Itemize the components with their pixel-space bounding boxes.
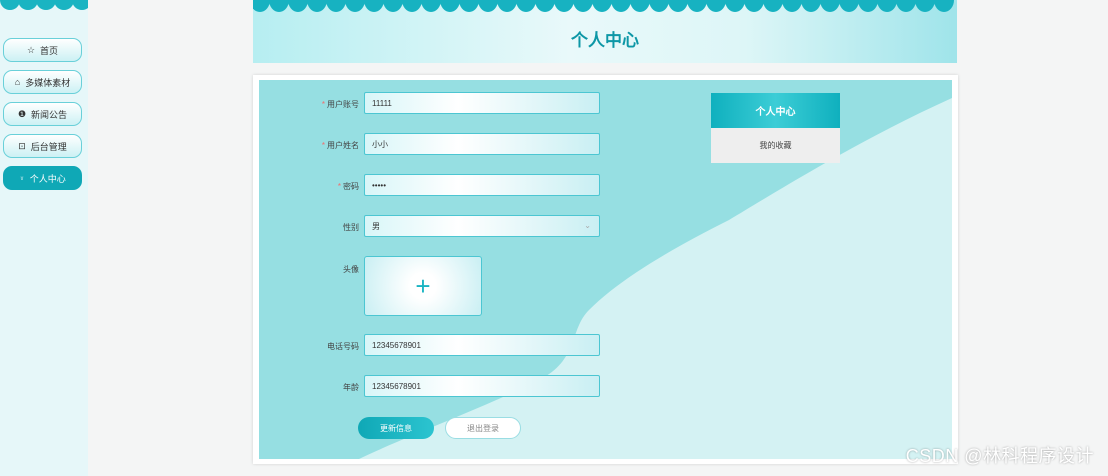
chevron-down-icon: ⌄: [584, 221, 591, 230]
info-icon: ❶: [17, 108, 27, 119]
sidebar-item-profile[interactable]: ⍤ 个人中心: [3, 166, 82, 190]
name-field[interactable]: 小小: [364, 133, 600, 155]
watermark: CSDN @林科程序设计: [905, 446, 1094, 466]
avatar-upload[interactable]: +: [364, 256, 482, 316]
profile-panel: * 用户账号 11111 * 用户姓名 小小 * 密码 ••••• 性别 男 ⌄ 头像: [253, 75, 958, 464]
sidebar-item-label: 多媒体素材: [25, 77, 71, 88]
sidebar-scallop-decoration: [0, 0, 88, 12]
gender-select[interactable]: 男 ⌄: [364, 215, 600, 237]
page-header: 个人中心: [253, 0, 957, 63]
phone-field[interactable]: 12345678901: [364, 334, 600, 356]
sidebar-item-label: 新闻公告: [31, 109, 68, 120]
update-info-button[interactable]: 更新信息: [358, 417, 434, 439]
plus-icon: +: [415, 270, 431, 301]
sidebar-item-label: 个人中心: [29, 173, 66, 184]
account-label: * 用户账号: [321, 100, 359, 109]
menu-item-profile[interactable]: 个人中心: [711, 93, 840, 128]
password-field[interactable]: •••••: [364, 174, 600, 196]
sidebar-item-media[interactable]: ⌂ 多媒体素材: [3, 70, 82, 94]
phone-label: 电话号码: [327, 342, 359, 351]
account-field[interactable]: 11111: [364, 92, 600, 114]
sidebar-item-news[interactable]: ❶ 新闻公告: [3, 102, 82, 126]
wave-decoration: [259, 80, 952, 459]
admin-icon: ⊡: [18, 140, 26, 151]
user-icon: ⍤: [19, 172, 25, 183]
age-label: 年龄: [343, 383, 359, 392]
page-title: 个人中心: [571, 31, 639, 50]
sidebar: ☆ 首页 ⌂ 多媒体素材 ❶ 新闻公告 ⊡ 后台管理 ⍤ 个人中心: [0, 0, 88, 476]
sidebar-item-home[interactable]: ☆ 首页: [3, 38, 82, 62]
form-background: * 用户账号 11111 * 用户姓名 小小 * 密码 ••••• 性别 男 ⌄ 头像: [259, 80, 952, 459]
profile-menu: 个人中心 我的收藏: [711, 93, 840, 163]
sidebar-item-label: 首页: [40, 45, 59, 56]
star-icon: ☆: [26, 44, 36, 55]
logout-button[interactable]: 退出登录: [445, 417, 521, 439]
sidebar-item-admin[interactable]: ⊡ 后台管理: [3, 134, 82, 158]
age-field[interactable]: 12345678901: [364, 375, 600, 397]
header-scallop-decoration: [253, 0, 954, 12]
avatar-label: 头像: [343, 265, 359, 274]
name-label: * 用户姓名: [321, 141, 359, 150]
gender-label: 性别: [343, 223, 359, 232]
bag-icon: ⌂: [14, 76, 21, 87]
sidebar-item-label: 后台管理: [30, 141, 67, 152]
password-label: * 密码: [337, 182, 359, 191]
menu-item-favorites[interactable]: 我的收藏: [711, 128, 840, 163]
